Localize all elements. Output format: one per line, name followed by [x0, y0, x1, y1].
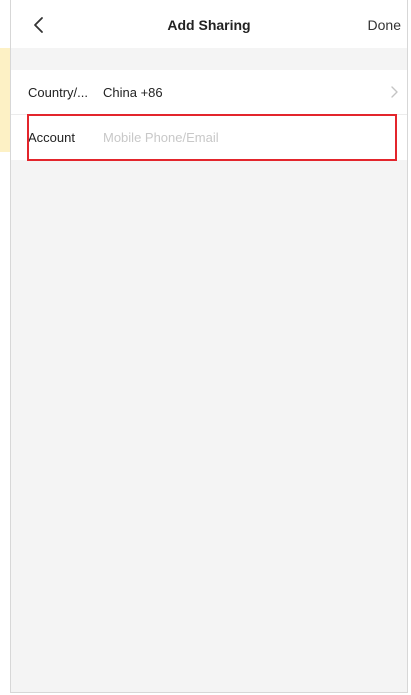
country-label: Country/...: [28, 84, 88, 100]
phone-screen: Add Sharing Done Country/... China +86 A…: [10, 0, 408, 693]
done-button[interactable]: Done: [368, 17, 401, 33]
accent-strip: [0, 48, 10, 152]
sharing-form: Country/... China +86 Account: [11, 70, 407, 161]
chevron-right-icon: [391, 86, 398, 98]
account-row: Account: [27, 114, 397, 161]
country-selector-row[interactable]: Country/... China +86: [11, 70, 407, 115]
country-value: China +86: [103, 84, 163, 100]
account-input[interactable]: [103, 130, 396, 145]
account-label: Account: [28, 130, 75, 145]
app-frame: Add Sharing Done Country/... China +86 A…: [0, 0, 411, 695]
page-title: Add Sharing: [167, 17, 251, 33]
navigation-bar: Add Sharing Done: [11, 0, 407, 48]
